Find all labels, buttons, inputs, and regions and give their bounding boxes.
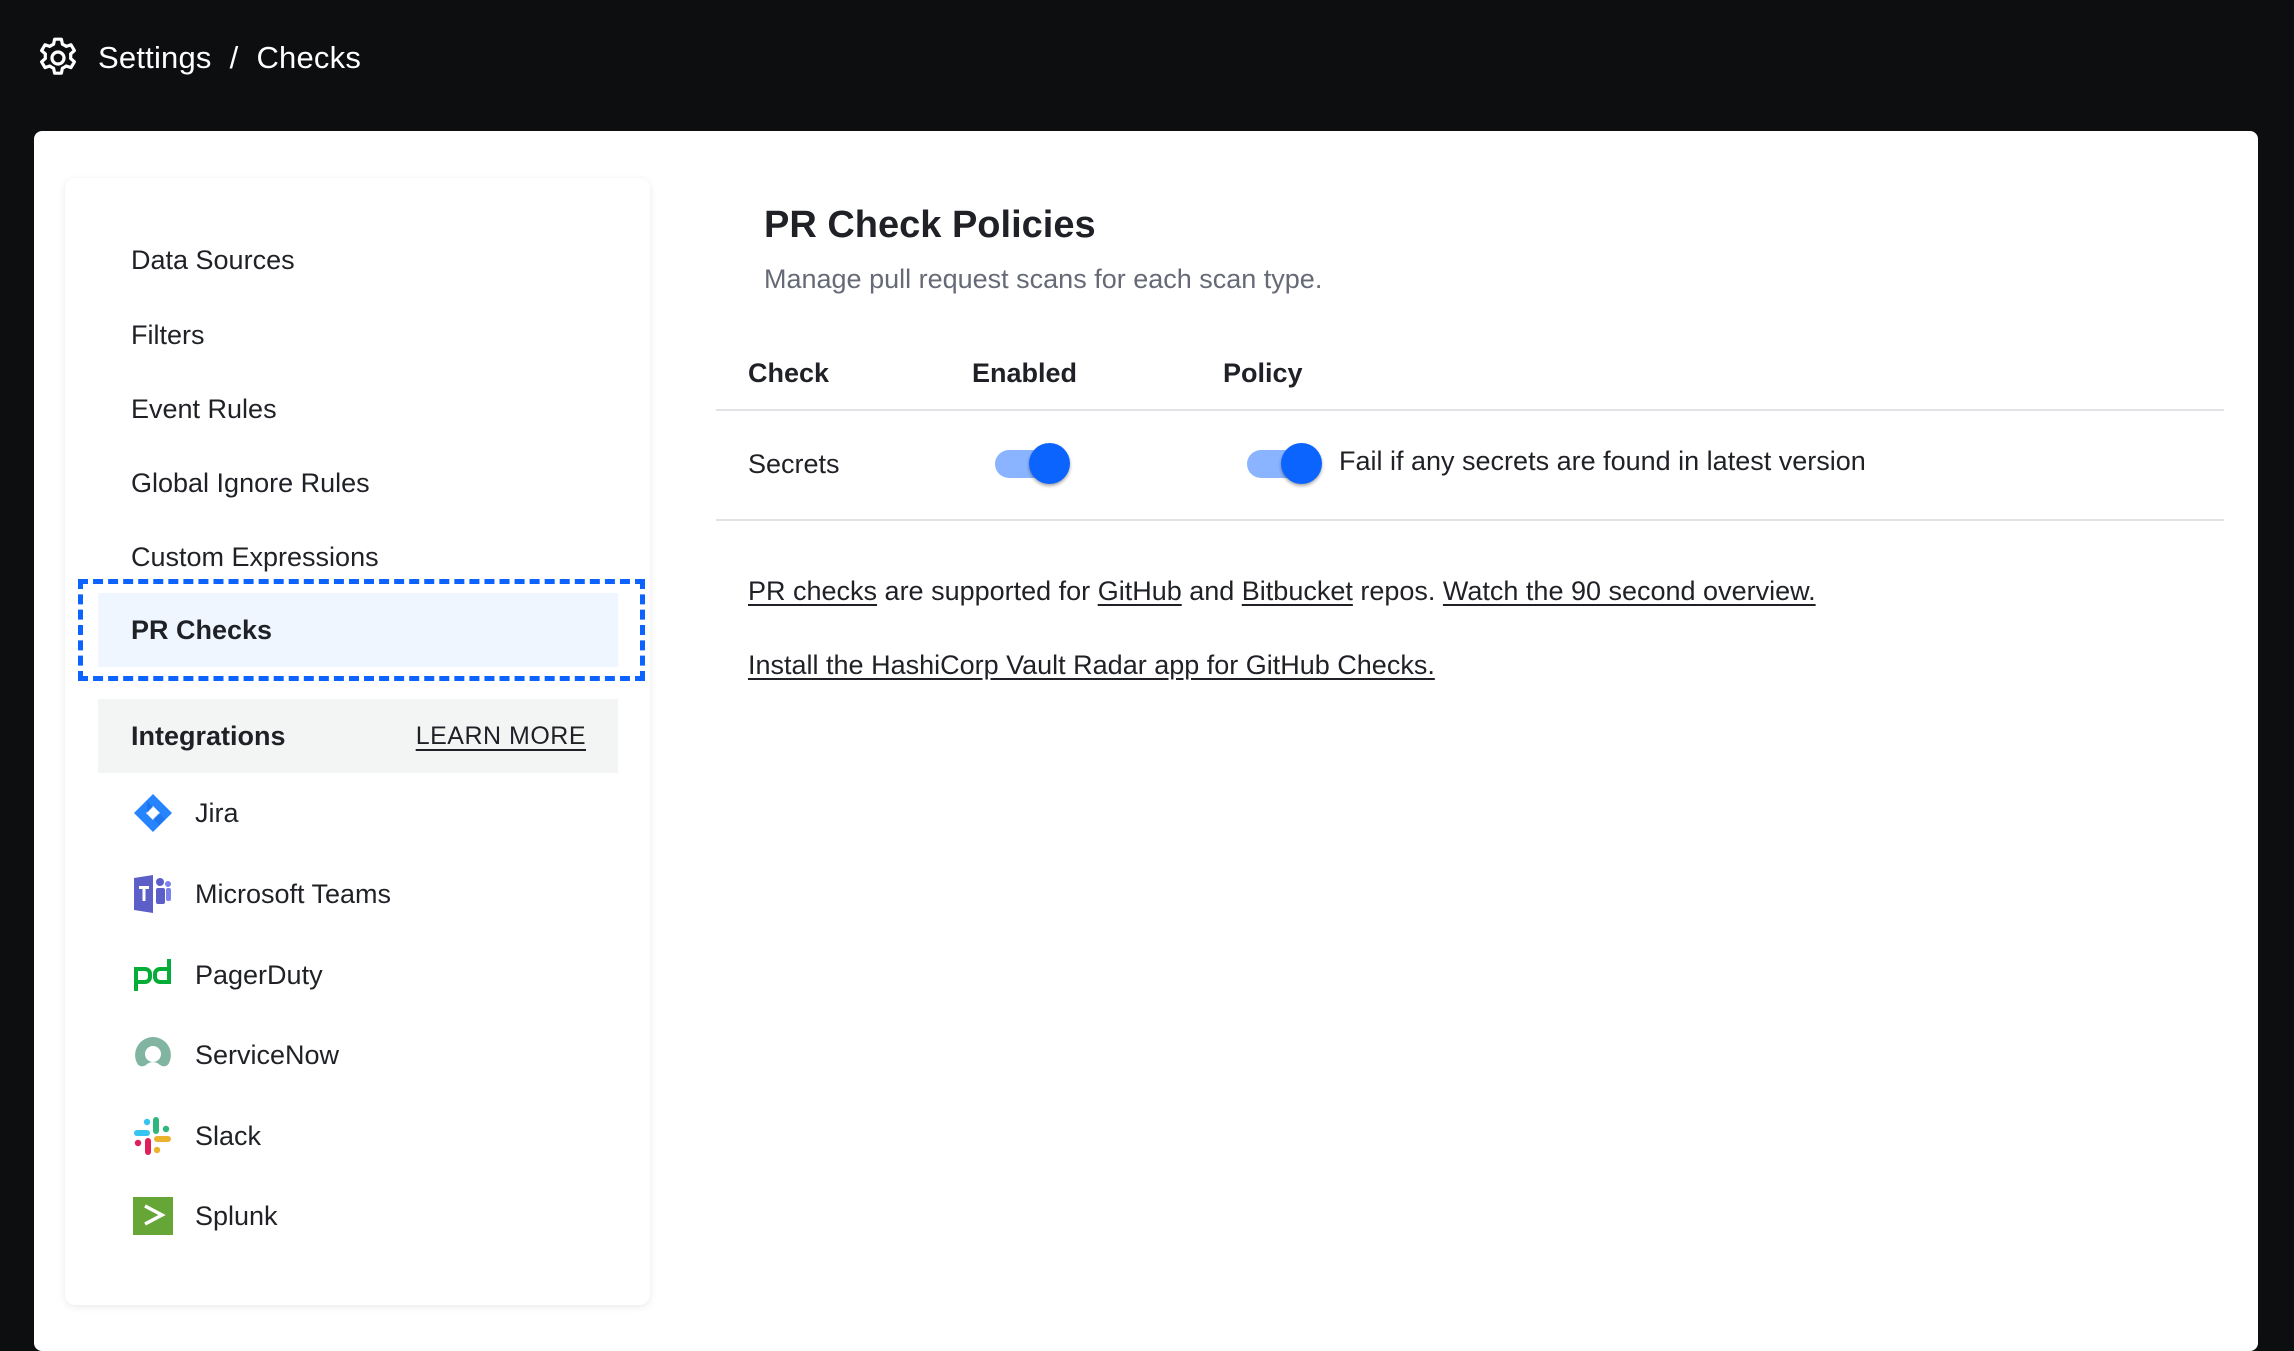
integrations-title: Integrations bbox=[131, 720, 286, 751]
sidebar-item-data-sources[interactable]: Data Sources bbox=[98, 235, 618, 285]
bitbucket-link[interactable]: Bitbucket bbox=[1242, 576, 1353, 606]
breadcrumb-settings[interactable]: Settings bbox=[98, 40, 212, 76]
github-link[interactable]: GitHub bbox=[1098, 576, 1182, 606]
integration-label: Microsoft Teams bbox=[195, 878, 392, 909]
jira-icon bbox=[133, 793, 173, 833]
integration-slack[interactable]: Slack bbox=[133, 1114, 261, 1158]
integration-microsoft-teams[interactable]: Microsoft Teams bbox=[133, 872, 391, 916]
page-subtitle: Manage pull request scans for each scan … bbox=[764, 264, 1323, 294]
integration-servicenow[interactable]: ServiceNow bbox=[133, 1033, 339, 1077]
sidebar-item-label: Custom Expressions bbox=[131, 541, 379, 572]
toggle-thumb bbox=[1281, 443, 1322, 484]
breadcrumb: Settings / Checks bbox=[98, 38, 361, 78]
install-app-line: Install the HashiCorp Vault Radar app fo… bbox=[748, 648, 1435, 682]
integration-label: PagerDuty bbox=[195, 959, 323, 990]
sidebar-item-global-ignore-rules[interactable]: Global Ignore Rules bbox=[98, 458, 618, 508]
watch-overview-link[interactable]: Watch the 90 second overview. bbox=[1443, 576, 1816, 606]
install-github-app-link[interactable]: Install the HashiCorp Vault Radar app fo… bbox=[748, 650, 1435, 680]
page-title: PR Check Policies bbox=[764, 204, 1096, 246]
servicenow-icon bbox=[133, 1035, 173, 1075]
pr-checks-link[interactable]: PR checks bbox=[748, 576, 877, 606]
integration-label: ServiceNow bbox=[195, 1039, 340, 1070]
sidebar-item-pr-checks[interactable]: PR Checks bbox=[98, 593, 618, 667]
gear-icon bbox=[40, 37, 76, 75]
header-divider bbox=[716, 409, 2224, 411]
integrations-header: Integrations LEARN MORE bbox=[98, 699, 618, 773]
integration-label: Slack bbox=[195, 1120, 262, 1151]
row-divider bbox=[716, 519, 2224, 521]
info-text: are supported for bbox=[877, 576, 1098, 606]
integration-pagerduty[interactable]: PagerDuty bbox=[133, 953, 323, 997]
policy-toggle[interactable] bbox=[1247, 443, 1323, 485]
top-bar: Settings / Checks bbox=[0, 0, 2294, 131]
check-name: Secrets bbox=[748, 449, 840, 479]
sidebar-item-label: Global Ignore Rules bbox=[131, 467, 370, 498]
support-info-line: PR checks are supported for GitHub and B… bbox=[748, 574, 1816, 608]
sidebar-item-label: Filters bbox=[131, 319, 205, 350]
policy-description: Fail if any secrets are found in latest … bbox=[1339, 446, 1866, 476]
pagerduty-icon bbox=[133, 955, 173, 995]
sidebar-item-label: Data Sources bbox=[131, 244, 295, 275]
info-text: repos. bbox=[1352, 576, 1443, 606]
slack-icon bbox=[133, 1116, 173, 1156]
breadcrumb-checks: Checks bbox=[256, 40, 362, 75]
column-header-policy: Policy bbox=[1223, 358, 1303, 388]
enabled-toggle[interactable] bbox=[995, 443, 1071, 485]
sidebar-item-custom-expressions[interactable]: Custom Expressions bbox=[98, 532, 618, 582]
learn-more-link[interactable]: LEARN MORE bbox=[416, 722, 586, 751]
sidebar-item-filters[interactable]: Filters bbox=[98, 310, 618, 360]
column-header-enabled: Enabled bbox=[972, 358, 1078, 388]
sidebar-item-label: PR Checks bbox=[131, 614, 273, 645]
toggle-thumb bbox=[1029, 443, 1070, 484]
breadcrumb-separator: / bbox=[229, 40, 239, 75]
column-header-check: Check bbox=[748, 358, 830, 388]
sidebar-item-event-rules[interactable]: Event Rules bbox=[98, 384, 618, 434]
microsoft-teams-icon bbox=[133, 874, 173, 914]
integration-label: Splunk bbox=[195, 1200, 278, 1231]
splunk-icon bbox=[133, 1196, 173, 1236]
info-text: and bbox=[1181, 576, 1242, 606]
integration-label: Jira bbox=[195, 797, 239, 828]
integration-jira[interactable]: Jira bbox=[133, 791, 239, 835]
integration-splunk[interactable]: Splunk bbox=[133, 1194, 278, 1238]
sidebar-item-label: Event Rules bbox=[131, 393, 277, 424]
